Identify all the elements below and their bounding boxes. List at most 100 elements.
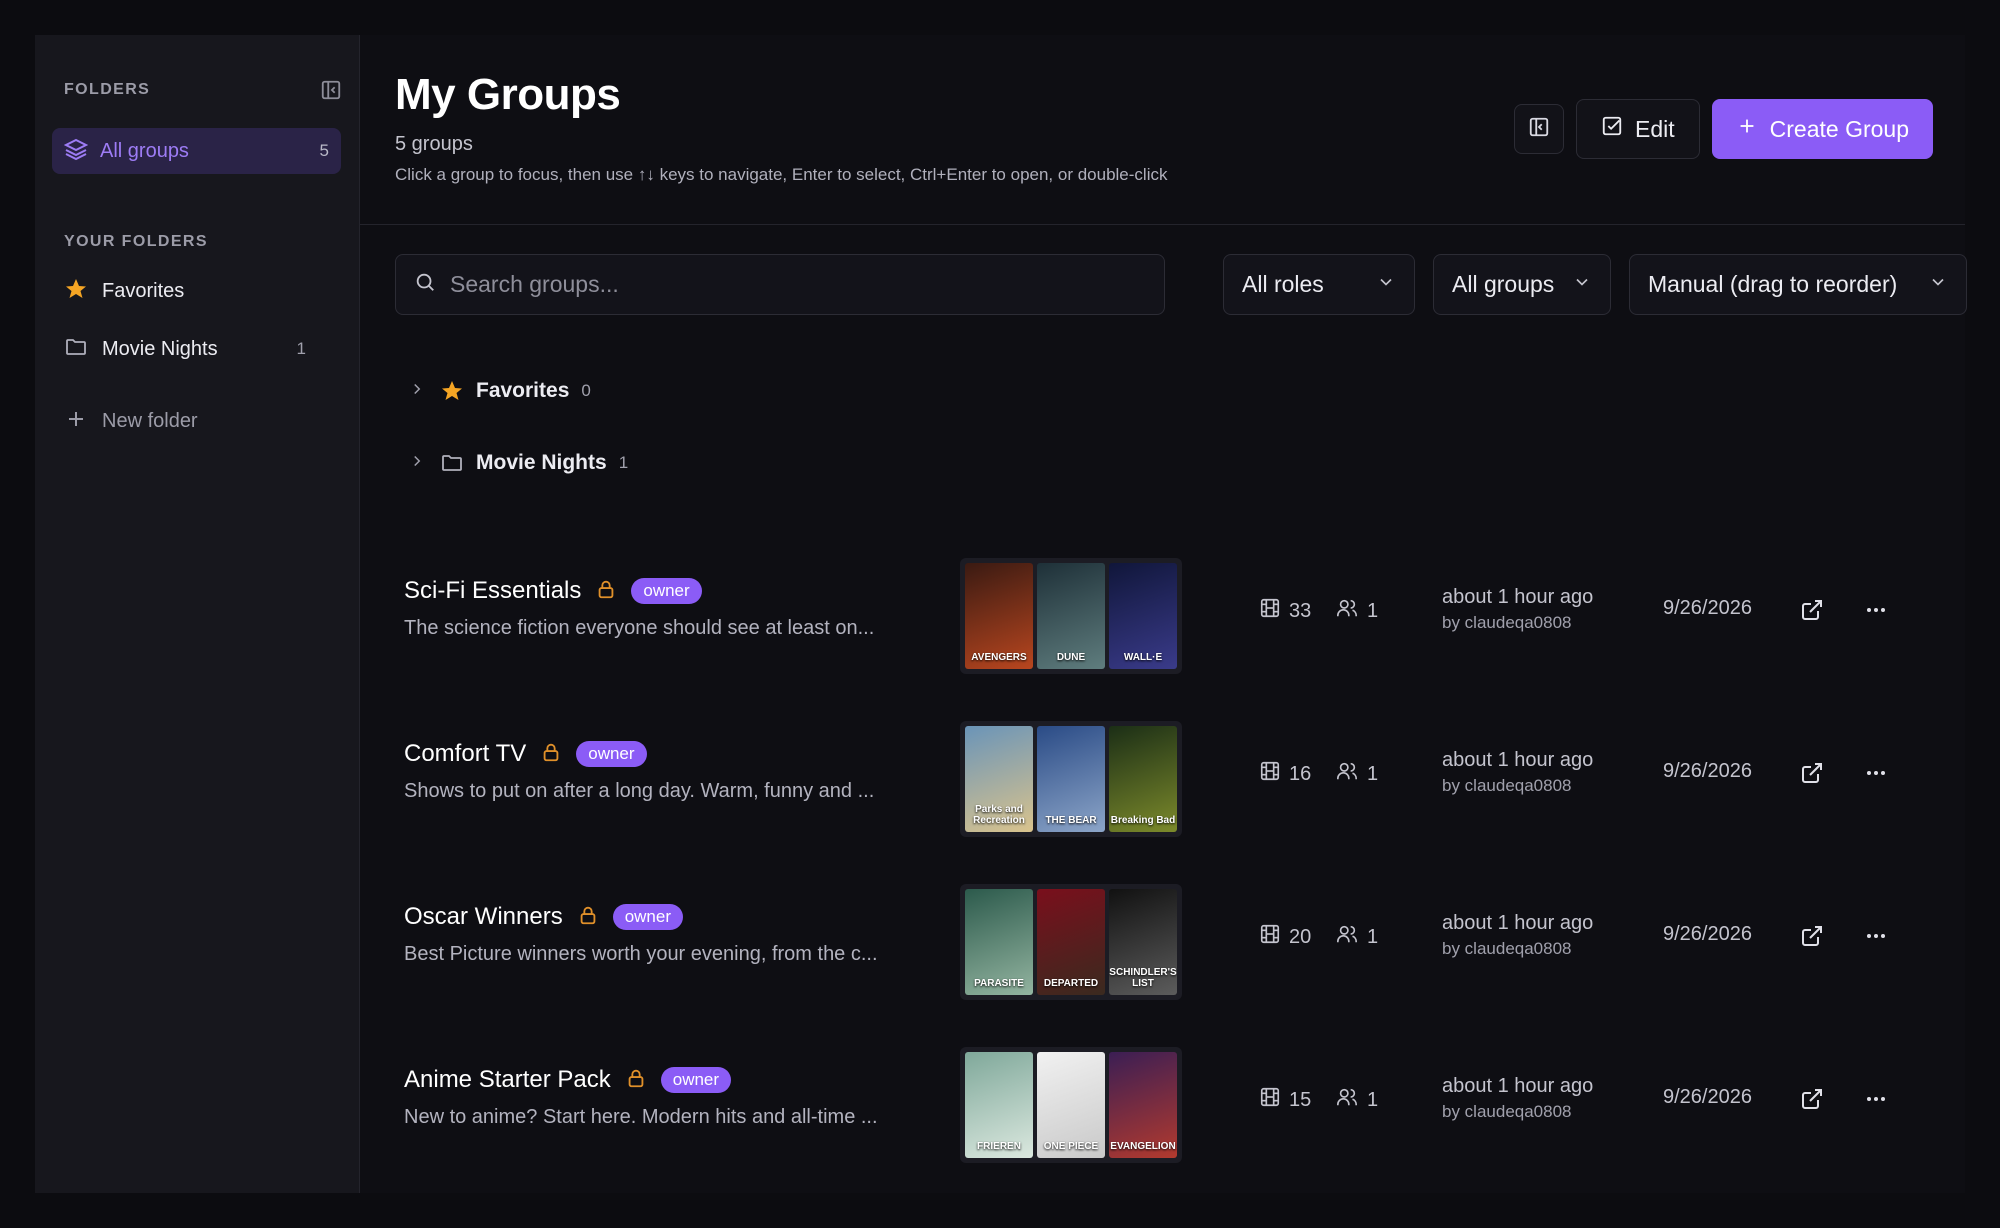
folders-sidebar: FOLDERS All groups 5 YOUR FOLDERS Favori…	[35, 35, 360, 1193]
more-options-icon[interactable]	[1861, 1084, 1891, 1114]
folder-name: Movie Nights	[476, 451, 607, 474]
sidebar-item-all-groups[interactable]: All groups 5	[52, 128, 341, 174]
sidebar-item-label: All groups	[100, 139, 189, 162]
collapse-sidebar-icon[interactable]	[318, 77, 344, 103]
last-updated: about 1 hour ago by claudeqa0808	[1442, 912, 1593, 959]
new-folder-label: New folder	[102, 409, 198, 432]
last-updated: about 1 hour ago by claudeqa0808	[1442, 1075, 1593, 1122]
titles-count: 15	[1259, 1086, 1311, 1114]
poster-title: PARASITE	[974, 978, 1024, 989]
new-folder-button[interactable]: New folder	[64, 401, 334, 441]
updated-by: by claudeqa0808	[1442, 939, 1572, 958]
toggle-sidebar-button[interactable]	[1514, 104, 1564, 154]
updated-by: by claudeqa0808	[1442, 1102, 1572, 1121]
titles-count-value: 20	[1289, 925, 1312, 948]
group-row[interactable]: Comfort TV owner Shows to put on after a…	[383, 710, 1943, 840]
poster-title: THE BEAR	[1045, 815, 1097, 826]
members-count-value: 1	[1367, 925, 1379, 948]
open-external-icon[interactable]	[1797, 1084, 1827, 1114]
open-external-icon[interactable]	[1797, 921, 1827, 951]
groups-filter-value: All groups	[1452, 271, 1555, 297]
plus-icon	[1736, 115, 1758, 143]
create-group-label: Create Group	[1769, 115, 1909, 142]
updated-time: about 1 hour ago	[1442, 912, 1594, 934]
search-input[interactable]	[450, 264, 1146, 305]
more-options-icon[interactable]	[1861, 921, 1891, 951]
film-icon	[1259, 760, 1281, 788]
members-count-value: 1	[1367, 762, 1379, 785]
sidebar-item-movie-nights[interactable]: Movie Nights 1	[64, 329, 334, 369]
role-badge: owner	[660, 1067, 732, 1093]
group-row[interactable]: Oscar Winners owner Best Picture winners…	[383, 873, 1943, 1003]
header-divider	[360, 224, 1965, 225]
roles-filter-select[interactable]: All roles	[1223, 254, 1415, 315]
poster-strip: AVENGERS DUNE WALL·E	[960, 558, 1182, 674]
group-name: Sci-Fi Essentials	[404, 577, 582, 604]
group-title-line: Anime Starter Pack owner	[404, 1066, 732, 1094]
star-icon	[440, 379, 466, 403]
folder-row-favorites[interactable]: Favorites 0	[408, 371, 591, 411]
poster-title: ONE PIECE	[1043, 1141, 1099, 1152]
updated-time: about 1 hour ago	[1442, 749, 1594, 771]
updated-time: about 1 hour ago	[1442, 586, 1594, 608]
folder-name: Favorites	[476, 379, 570, 402]
poster-title: FRIEREN	[977, 1141, 1021, 1152]
group-name: Anime Starter Pack	[404, 1066, 611, 1093]
group-row[interactable]: Anime Starter Pack owner New to anime? S…	[383, 1036, 1943, 1166]
titles-count-value: 16	[1289, 762, 1312, 785]
create-group-button[interactable]: Create Group	[1711, 99, 1933, 159]
sidebar-title: FOLDERS	[64, 81, 151, 98]
edit-label: Edit	[1635, 115, 1675, 142]
search-icon	[414, 271, 436, 298]
more-options-icon[interactable]	[1861, 595, 1891, 625]
poster-thumbnail: FRIEREN	[965, 1052, 1033, 1158]
sidebar-header: FOLDERS	[64, 75, 344, 105]
chevron-down-icon	[1928, 271, 1948, 298]
group-description: Shows to put on after a long day. Warm, …	[404, 780, 875, 802]
sidebar-section-label: YOUR FOLDERS	[64, 233, 208, 250]
groups-filter-select[interactable]: All groups	[1433, 254, 1611, 315]
chevron-right-icon[interactable]	[408, 452, 428, 475]
poster-title: DEPARTED	[1043, 978, 1099, 989]
group-row[interactable]: Sci-Fi Essentials owner The science fict…	[383, 547, 1943, 677]
page-title: My Groups	[395, 70, 621, 119]
members-count-value: 1	[1367, 599, 1379, 622]
chevron-right-icon[interactable]	[408, 380, 428, 403]
titles-count: 20	[1259, 923, 1311, 951]
star-icon	[64, 277, 88, 306]
sort-select[interactable]: Manual (drag to reorder)	[1629, 254, 1967, 315]
poster-thumbnail: EVANGELION	[1109, 1052, 1177, 1158]
poster-thumbnail: AVENGERS	[965, 563, 1033, 669]
search-box[interactable]	[395, 254, 1165, 315]
sidebar-item-count: 1	[296, 339, 306, 358]
poster-thumbnail: DEPARTED	[1037, 889, 1105, 995]
open-external-icon[interactable]	[1797, 758, 1827, 788]
group-count: 5 groups	[395, 133, 473, 155]
folder-row-movie-nights[interactable]: Movie Nights 1	[408, 443, 628, 483]
poster-thumbnail: PARASITE	[965, 889, 1033, 995]
edit-button[interactable]: Edit	[1576, 99, 1700, 159]
group-description: Best Picture winners worth your evening,…	[404, 943, 878, 965]
plus-icon	[64, 407, 88, 436]
titles-count: 33	[1259, 597, 1311, 625]
poster-title: Breaking Bad	[1110, 815, 1176, 826]
group-date: 9/26/2026	[1663, 760, 1752, 782]
panel-icon	[1528, 116, 1550, 143]
updated-by: by claudeqa0808	[1442, 613, 1572, 632]
poster-title: Parks and Recreation	[973, 804, 1025, 826]
sort-value: Manual (drag to reorder)	[1648, 271, 1898, 297]
group-title-line: Oscar Winners owner	[404, 903, 684, 931]
more-options-icon[interactable]	[1861, 758, 1891, 788]
group-title-line: Sci-Fi Essentials owner	[404, 577, 702, 605]
group-description: New to anime? Start here. Modern hits an…	[404, 1106, 878, 1128]
poster-thumbnail: WALL·E	[1109, 563, 1177, 669]
lock-icon	[540, 741, 562, 768]
last-updated: about 1 hour ago by claudeqa0808	[1442, 586, 1593, 633]
members-count-value: 1	[1367, 1088, 1379, 1111]
film-icon	[1259, 1086, 1281, 1114]
poster-strip: Parks and Recreation THE BEAR Breaking B…	[960, 721, 1182, 837]
open-external-icon[interactable]	[1797, 595, 1827, 625]
keyboard-hint: Click a group to focus, then use ↑↓ keys…	[395, 165, 1168, 184]
poster-title: WALL·E	[1123, 652, 1163, 663]
sidebar-item-favorites[interactable]: Favorites	[64, 271, 334, 311]
